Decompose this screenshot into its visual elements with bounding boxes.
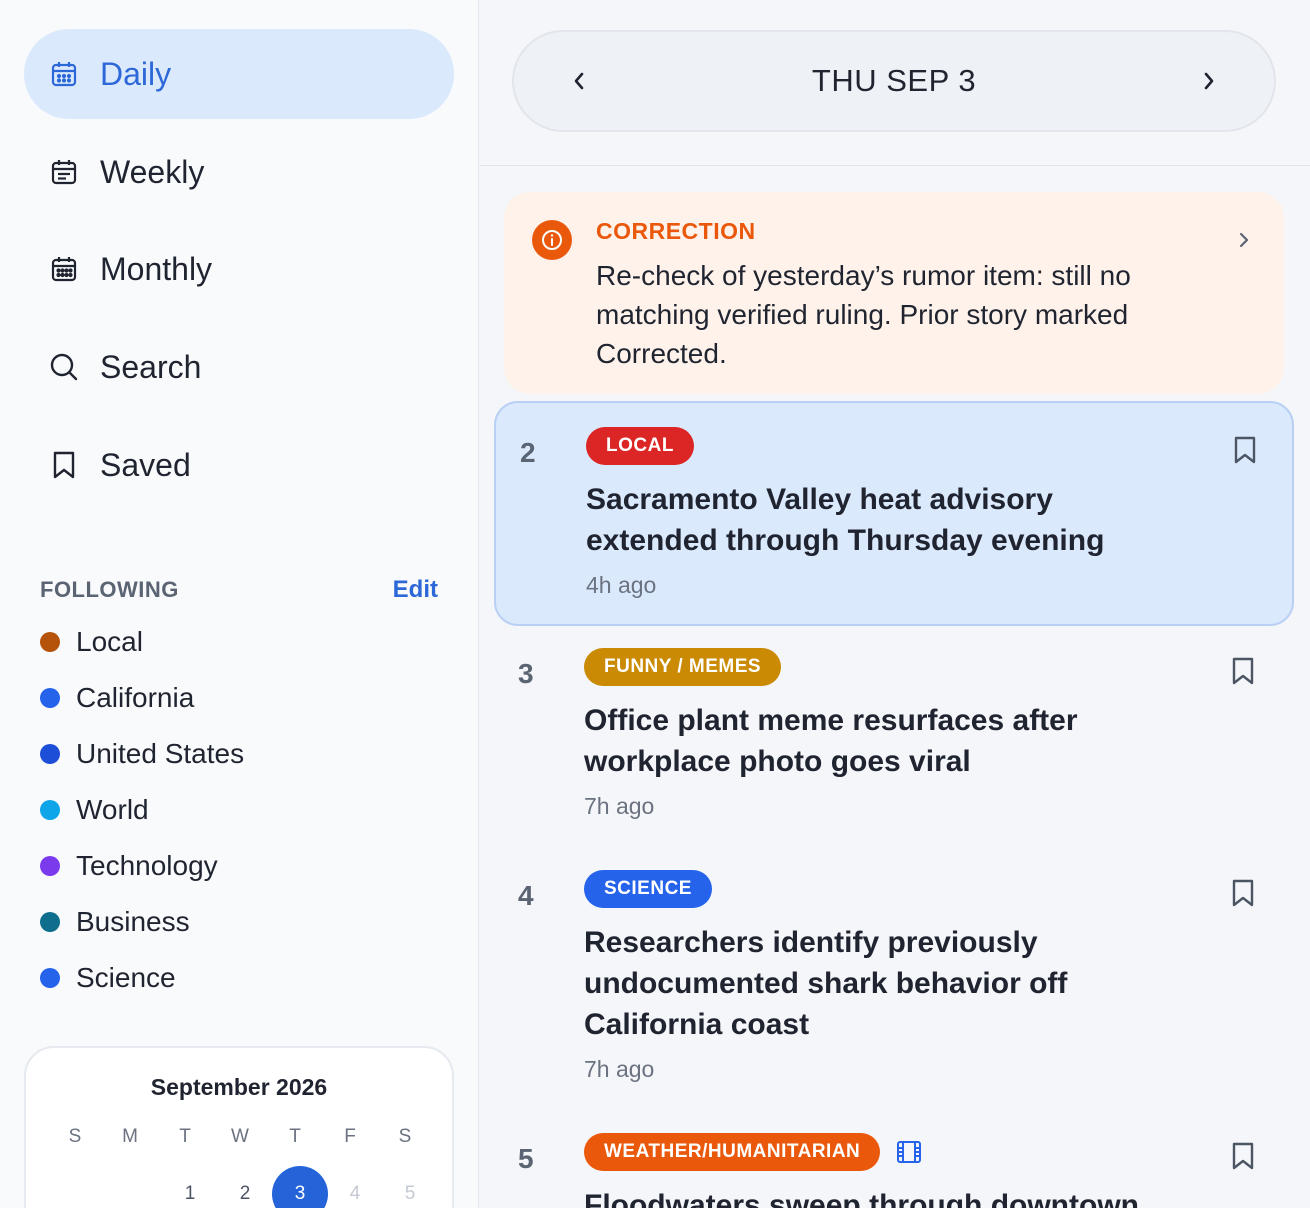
nav-item-search[interactable]: Search	[24, 322, 454, 412]
calendar-day[interactable]: 5	[382, 1166, 438, 1208]
topic-color-dot	[40, 744, 60, 764]
story-tag-row: WEATHER/HUMANITARIAN	[584, 1133, 922, 1171]
following-item-california[interactable]: California	[40, 678, 194, 718]
search-icon	[48, 351, 80, 383]
sidebar: Daily Weekly Monthly Search Saved FOLLOW…	[0, 0, 479, 1208]
story-timestamp: 7h ago	[584, 1056, 655, 1082]
story-card[interactable]: 3 FUNNY / MEMES Office plant meme resurf…	[494, 626, 1294, 848]
topic-color-dot	[40, 688, 60, 708]
nav-label-daily: Daily	[100, 55, 172, 92]
following-item-label: Local	[76, 626, 143, 657]
calendar-month-title: September 2026	[150, 1074, 328, 1100]
calendar-weekday: W	[231, 1126, 249, 1147]
story-card[interactable]: 4 SCIENCE Researchers identify previousl…	[494, 848, 1294, 1112]
calendar-day[interactable]: 2	[217, 1166, 273, 1208]
following-item-label: United States	[76, 738, 245, 769]
calendar-weekday: M	[122, 1126, 138, 1147]
nav-item-saved[interactable]: Saved	[24, 420, 454, 510]
next-day-button[interactable]	[1194, 66, 1224, 96]
bookmark-icon[interactable]	[1230, 878, 1258, 910]
topic-color-dot	[40, 968, 60, 988]
calendar-weekday: F	[344, 1126, 356, 1147]
calendar-weekday: T	[179, 1126, 191, 1147]
following-item-label: Business	[76, 906, 190, 937]
topic-color-dot	[40, 856, 60, 876]
following-title: FOLLOWING	[40, 577, 179, 602]
following-item-label: World	[76, 794, 149, 825]
calendar-day[interactable]: 1	[162, 1166, 218, 1208]
mini-calendar: September 2026 S M T W T F S 1 2 3 4 5	[24, 1046, 454, 1208]
following-item-label: California	[76, 682, 195, 713]
nav-item-monthly[interactable]: Monthly	[24, 224, 454, 314]
story-rank: 4	[518, 880, 534, 911]
correction-banner[interactable]: CORRECTION Re-check of yesterday’s rumor…	[504, 192, 1284, 394]
story-timestamp: 4h ago	[586, 572, 657, 598]
calendar-weekday: S	[68, 1126, 82, 1147]
calendar-weekday: S	[398, 1126, 412, 1147]
calendar-day-selected[interactable]: 3	[272, 1166, 328, 1208]
topic-color-dot	[40, 632, 60, 652]
following-item-technology[interactable]: Technology	[40, 846, 218, 886]
nav-item-weekly[interactable]: Weekly	[24, 127, 454, 217]
story-headline: Office plant meme resurfaces after workp…	[584, 704, 1078, 778]
story-headline: Researchers identify previously undocume…	[584, 926, 1068, 1041]
following-item-label: Science	[76, 962, 176, 993]
main-feed: THU SEP 3 CORRECTION Re-check of yesterd…	[480, 0, 1310, 1208]
current-date-label: THU SEP 3	[811, 63, 977, 98]
following-item-label: Technology	[76, 850, 218, 881]
story-category-tag: SCIENCE	[584, 870, 712, 908]
film-icon	[896, 1140, 922, 1164]
story-tag-row: FUNNY / MEMES	[584, 648, 782, 686]
calendar-weekday: T	[289, 1126, 301, 1147]
nav-label-weekly: Weekly	[100, 153, 205, 190]
bookmark-icon[interactable]	[1230, 656, 1258, 688]
following-item-local[interactable]: Local	[40, 622, 143, 662]
following-item-world[interactable]: World	[40, 790, 149, 830]
story-tag-row: SCIENCE	[584, 870, 712, 908]
calendar-grid-icon	[48, 253, 80, 285]
story-tag-row: LOCAL	[586, 427, 694, 465]
story-rank: 3	[518, 658, 534, 689]
chevron-left-icon	[574, 72, 584, 90]
story-headline: Floodwaters sweep through downtown	[584, 1189, 1139, 1208]
story-rank: 2	[520, 437, 536, 468]
following-header: FOLLOWING Edit	[40, 574, 438, 606]
story-headline: Sacramento Valley heat advisory extended…	[586, 483, 1105, 557]
topic-color-dot	[40, 800, 60, 820]
chevron-right-icon	[1204, 72, 1214, 90]
nav-label-monthly: Monthly	[100, 250, 213, 287]
bookmark-icon[interactable]	[1232, 435, 1260, 467]
date-selector: THU SEP 3	[512, 30, 1276, 132]
topic-color-dot	[40, 912, 60, 932]
story-category-tag: WEATHER/HUMANITARIAN	[584, 1133, 881, 1171]
following-item-united-states[interactable]: United States	[40, 734, 244, 774]
story-rank: 5	[518, 1143, 534, 1174]
info-icon	[532, 220, 572, 260]
following-item-business[interactable]: Business	[40, 902, 190, 942]
nav-label-search: Search	[100, 348, 202, 385]
nav-label-saved: Saved	[100, 446, 191, 483]
bookmark-icon	[48, 449, 80, 481]
correction-text: Re-check of yesterday’s rumor item: stil…	[596, 260, 1131, 369]
story-card[interactable]: 5 WEATHER/HUMANITARIAN Floodwaters sweep…	[494, 1112, 1294, 1208]
chevron-right-icon	[1232, 228, 1256, 252]
story-category-tag: FUNNY / MEMES	[584, 648, 782, 686]
following-item-science[interactable]: Science	[40, 958, 176, 998]
nav-item-daily[interactable]: Daily	[24, 29, 454, 119]
calendar-icon	[48, 58, 80, 90]
story-card[interactable]: 2 LOCAL Sacramento Valley heat advisory …	[494, 401, 1294, 626]
story-category-tag: LOCAL	[586, 427, 694, 465]
story-timestamp: 7h ago	[584, 793, 655, 819]
previous-day-button[interactable]	[564, 66, 594, 96]
calendar-list-icon	[48, 156, 80, 188]
following-edit-button[interactable]: Edit	[393, 576, 438, 604]
bookmark-icon[interactable]	[1230, 1141, 1258, 1173]
date-header: THU SEP 3	[480, 0, 1310, 166]
correction-title: CORRECTION	[596, 218, 756, 244]
calendar-day[interactable]: 4	[327, 1166, 383, 1208]
